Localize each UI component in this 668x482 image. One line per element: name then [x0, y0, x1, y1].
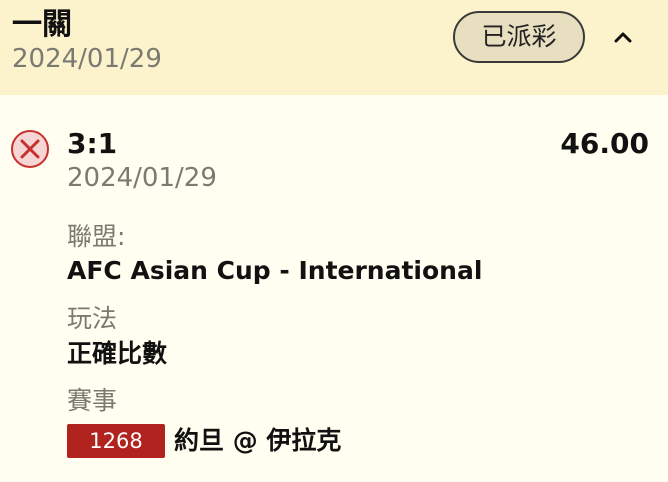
match-name: 約旦 @ 伊拉克 — [174, 426, 342, 455]
bet-header[interactable]: 一關 2024/01/29 已派彩 — [0, 0, 668, 95]
bet-odds: 46.00 — [560, 127, 649, 160]
league-label: 聯盟: — [67, 222, 126, 251]
league-value: AFC Asian Cup - International — [67, 256, 483, 285]
match-code-badge: 1268 — [67, 424, 165, 458]
bet-type-title: 一關 — [12, 7, 72, 42]
bet-type-value: 正確比數 — [67, 339, 168, 368]
cross-circle-icon — [11, 130, 49, 168]
status-badge: 已派彩 — [453, 11, 585, 63]
header-date: 2024/01/29 — [12, 44, 162, 74]
bet-selection-score: 3:1 — [67, 127, 118, 160]
bet-type-label: 玩法 — [67, 304, 118, 333]
match-label: 賽事 — [67, 386, 118, 415]
chevron-up-icon[interactable] — [608, 22, 638, 52]
bet-date: 2024/01/29 — [67, 163, 217, 193]
